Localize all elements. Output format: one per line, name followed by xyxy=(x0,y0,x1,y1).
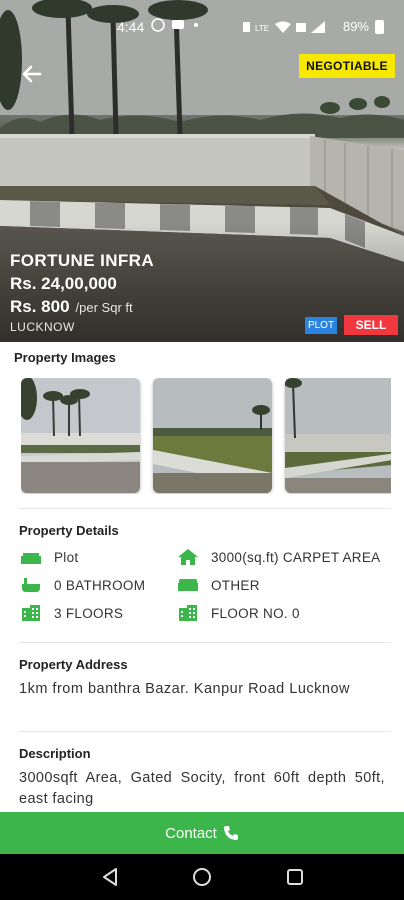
recents-nav-icon[interactable] xyxy=(284,866,306,888)
home-icon xyxy=(178,549,198,565)
sofa-icon xyxy=(21,553,41,564)
thumb-photo xyxy=(21,378,140,493)
contact-label: Contact xyxy=(165,824,217,842)
property-details-title: Property Details xyxy=(19,523,119,538)
divider xyxy=(19,731,391,732)
detail-carpet-area: 3000(sq.ft) CARPET AREA xyxy=(177,548,380,566)
property-image-thumb[interactable] xyxy=(153,378,272,493)
detail-floor-number: FLOOR NO. 0 xyxy=(177,604,300,622)
signal-wifi-icons: LTE xyxy=(242,20,325,33)
notification-icons-glyphs xyxy=(151,18,198,32)
system-icons: LTE 89% xyxy=(241,19,384,34)
phone-icon xyxy=(223,826,238,840)
notification-icons xyxy=(150,17,210,36)
negotiable-badge: NEGOTIABLE xyxy=(299,54,395,78)
bathtub-icon xyxy=(22,578,40,592)
divider xyxy=(19,508,391,509)
thumb-photo xyxy=(153,378,272,493)
description-title: Description xyxy=(19,746,91,761)
contact-button[interactable]: Contact xyxy=(0,812,404,854)
sofa-icon xyxy=(178,579,198,591)
property-image-thumb[interactable] xyxy=(285,378,391,493)
property-image-thumb[interactable] xyxy=(21,378,140,493)
detail-floors: 3 FLOORS xyxy=(20,604,123,622)
property-city: LUCKNOW xyxy=(10,320,75,334)
detail-label: 0 BATHROOM xyxy=(54,577,146,593)
detail-label: 3 FLOORS xyxy=(54,605,124,621)
detail-label: FLOOR NO. 0 xyxy=(211,605,300,621)
thumb-photo xyxy=(285,378,391,493)
building-icon xyxy=(179,605,197,621)
battery-level: 89% xyxy=(342,19,369,34)
description-text: 3000sqft Area, Gated Socity, front 60ft … xyxy=(19,770,385,807)
rate-unit: /per Sqr ft xyxy=(75,300,133,315)
building-icon xyxy=(22,605,40,621)
detail-bathrooms: 0 BATHROOM xyxy=(20,576,145,594)
back-nav-icon[interactable] xyxy=(100,866,122,888)
property-rate: Rs. 800/per Sqr ft xyxy=(10,297,133,317)
detail-label: 3000(sq.ft) CARPET AREA xyxy=(211,549,381,565)
rate-value: Rs. 800 xyxy=(10,297,70,316)
detail-property-type: Plot xyxy=(20,548,78,566)
property-address-title: Property Address xyxy=(19,657,128,672)
home-nav-icon[interactable] xyxy=(191,866,213,888)
battery-icon xyxy=(375,19,384,34)
divider xyxy=(19,642,391,643)
deal-type-tag: SELL xyxy=(344,315,398,335)
property-type-tag: PLOT xyxy=(305,317,337,334)
detail-other: OTHER xyxy=(177,576,260,594)
property-name: FORTUNE INFRA xyxy=(10,251,155,270)
back-arrow-icon[interactable] xyxy=(18,60,46,88)
property-price: Rs. 24,00,000 xyxy=(10,274,117,293)
status-time: 4:44 xyxy=(117,19,145,35)
system-nav-bar xyxy=(0,854,404,900)
detail-label: Plot xyxy=(54,549,79,565)
status-bar: 4:44 LTE 89% xyxy=(0,0,404,56)
property-address-text: 1km from banthra Bazar. Kanpur Road Luck… xyxy=(19,681,350,697)
detail-label: OTHER xyxy=(211,577,260,593)
property-images-title: Property Images xyxy=(14,350,116,365)
property-images-carousel[interactable] xyxy=(21,378,391,494)
hero-image: 4:44 LTE 89% NEGOTIABLE FORTUNE INFRA Rs… xyxy=(0,0,404,342)
svg-text:LTE: LTE xyxy=(255,24,269,33)
